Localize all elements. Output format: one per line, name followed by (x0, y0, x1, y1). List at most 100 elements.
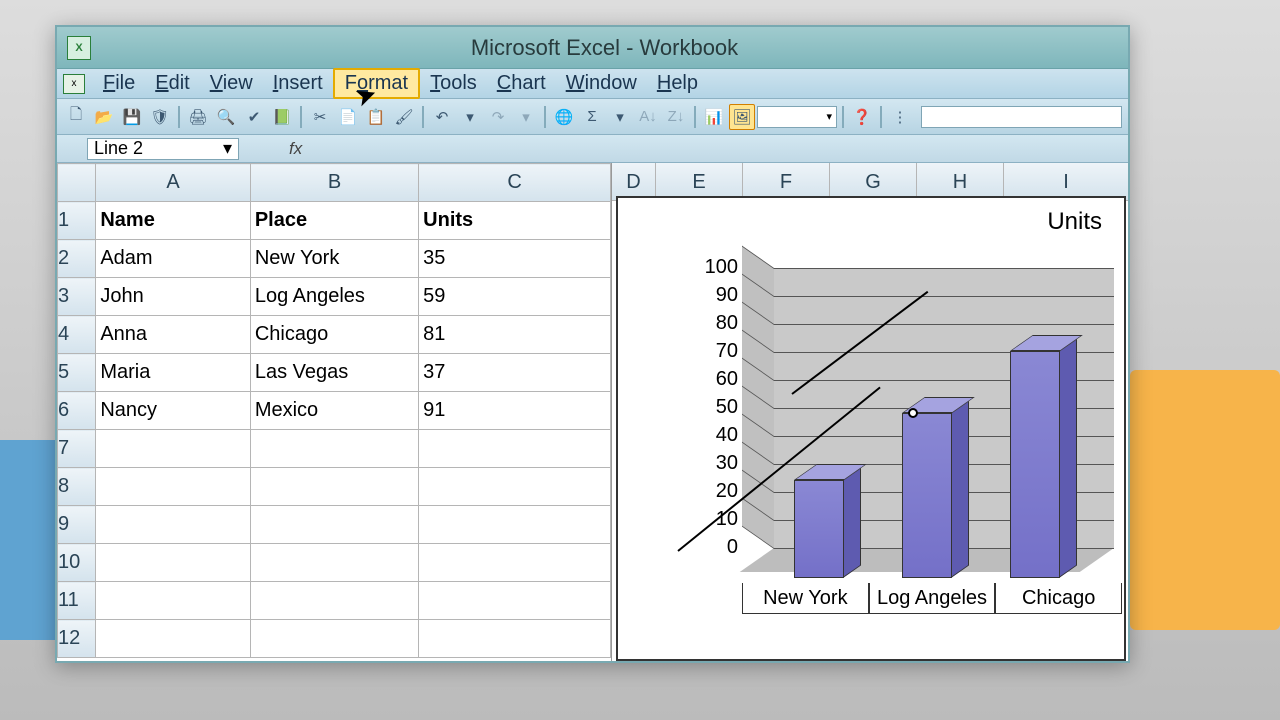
cell[interactable]: Mexico (250, 392, 418, 430)
sort-desc-icon[interactable]: Z↓ (663, 104, 689, 130)
chart-bar[interactable] (902, 298, 952, 578)
chart-wizard-icon[interactable]: 📊 (701, 104, 727, 130)
autosum-dropdown-icon[interactable]: ▾ (607, 104, 633, 130)
cell[interactable]: Log Angeles (250, 278, 418, 316)
row-header[interactable]: 8 (58, 468, 96, 506)
cell[interactable]: Chicago (250, 316, 418, 354)
select-all-corner[interactable] (58, 164, 96, 202)
spelling-icon[interactable]: ✔ (241, 104, 267, 130)
cell[interactable]: 35 (419, 240, 611, 278)
cell[interactable]: John (96, 278, 250, 316)
fx-icon[interactable]: fx (289, 139, 302, 159)
print-preview-icon[interactable]: 🔍 (213, 104, 239, 130)
cell[interactable] (419, 582, 611, 620)
cell[interactable] (250, 544, 418, 582)
permission-icon[interactable]: 🛡 (147, 104, 173, 130)
col-header-H[interactable]: H (917, 163, 1004, 200)
row-header[interactable]: 4 (58, 316, 96, 354)
cell[interactable]: 37 (419, 354, 611, 392)
row-header[interactable]: 6 (58, 392, 96, 430)
col-header-G[interactable]: G (830, 163, 917, 200)
cell[interactable] (419, 430, 611, 468)
cell[interactable] (419, 544, 611, 582)
row-header[interactable]: 10 (58, 544, 96, 582)
undo-dropdown-icon[interactable]: ▾ (457, 104, 483, 130)
col-header-C[interactable]: C (419, 164, 611, 202)
row-header[interactable]: 3 (58, 278, 96, 316)
menu-insert[interactable]: Insert (263, 70, 333, 97)
menu-edit[interactable]: Edit (145, 70, 199, 97)
zoom-box[interactable]: ▾ (757, 106, 837, 128)
menu-window[interactable]: Window (556, 70, 647, 97)
drawing-toolbar-icon[interactable]: 🖼 (729, 104, 755, 130)
col-header-B[interactable]: B (250, 164, 418, 202)
cell[interactable] (250, 468, 418, 506)
copy-icon[interactable]: 📄 (335, 104, 361, 130)
cell[interactable] (250, 620, 418, 658)
row-header[interactable]: 7 (58, 430, 96, 468)
row-header[interactable]: 1 (58, 202, 96, 240)
new-icon[interactable]: 🗋 (63, 104, 89, 130)
cell[interactable] (250, 430, 418, 468)
cell[interactable]: Adam (96, 240, 250, 278)
redo-icon[interactable]: ↷ (485, 104, 511, 130)
save-icon[interactable]: 💾 (119, 104, 145, 130)
cell[interactable] (96, 430, 250, 468)
menu-view[interactable]: View (200, 70, 263, 97)
cell[interactable]: Las Vegas (250, 354, 418, 392)
print-icon[interactable]: 🖨 (185, 104, 211, 130)
help-icon[interactable]: ❓ (849, 104, 875, 130)
row-header[interactable]: 2 (58, 240, 96, 278)
row-header[interactable]: 12 (58, 620, 96, 658)
menu-file[interactable]: File (93, 70, 145, 97)
row-header[interactable]: 5 (58, 354, 96, 392)
cell[interactable] (96, 620, 250, 658)
cell[interactable] (419, 506, 611, 544)
cell[interactable]: Maria (96, 354, 250, 392)
sort-asc-icon[interactable]: A↓ (635, 104, 661, 130)
embedded-chart[interactable]: Units 0102030405060708090100 New YorkLog… (616, 196, 1126, 661)
undo-icon[interactable]: ↶ (429, 104, 455, 130)
cell[interactable] (419, 620, 611, 658)
chart-bar[interactable] (1010, 298, 1060, 578)
toolbar-options-icon[interactable]: ⋮ (887, 104, 913, 130)
cell[interactable] (96, 468, 250, 506)
ask-question-box[interactable] (921, 106, 1122, 128)
cell[interactable] (250, 506, 418, 544)
cell[interactable] (96, 582, 250, 620)
cell[interactable]: Anna (96, 316, 250, 354)
cell[interactable] (96, 544, 250, 582)
menu-format[interactable]: Format (333, 68, 420, 99)
col-header-F[interactable]: F (743, 163, 830, 200)
cell[interactable]: 59 (419, 278, 611, 316)
cell[interactable]: Place (250, 202, 418, 240)
format-painter-icon[interactable]: 🖌 (391, 104, 417, 130)
chart-line-handle[interactable] (908, 408, 918, 418)
col-header-I[interactable]: I (1004, 163, 1128, 200)
name-box[interactable]: Line 2 ▾ (87, 138, 239, 160)
col-header-E[interactable]: E (656, 163, 743, 200)
cell[interactable]: Nancy (96, 392, 250, 430)
cell[interactable]: New York (250, 240, 418, 278)
cell[interactable] (96, 506, 250, 544)
cell[interactable]: 81 (419, 316, 611, 354)
cut-icon[interactable]: ✂ (307, 104, 333, 130)
name-box-dropdown-icon[interactable]: ▾ (223, 138, 232, 159)
paste-icon[interactable]: 📋 (363, 104, 389, 130)
cell[interactable]: 91 (419, 392, 611, 430)
col-header-D[interactable]: D (612, 163, 656, 200)
menu-tools[interactable]: Tools (420, 70, 487, 97)
autosum-icon[interactable]: Σ (579, 104, 605, 130)
hyperlink-icon[interactable]: 🌐 (551, 104, 577, 130)
cell[interactable] (419, 468, 611, 506)
row-header[interactable]: 9 (58, 506, 96, 544)
research-icon[interactable]: 📗 (269, 104, 295, 130)
menu-chart[interactable]: Chart (487, 70, 556, 97)
row-header[interactable]: 11 (58, 582, 96, 620)
open-icon[interactable]: 📂 (91, 104, 117, 130)
menu-help[interactable]: Help (647, 70, 708, 97)
chart-plot-area[interactable] (742, 268, 1112, 578)
redo-dropdown-icon[interactable]: ▾ (513, 104, 539, 130)
cell[interactable]: Name (96, 202, 250, 240)
col-header-A[interactable]: A (96, 164, 250, 202)
